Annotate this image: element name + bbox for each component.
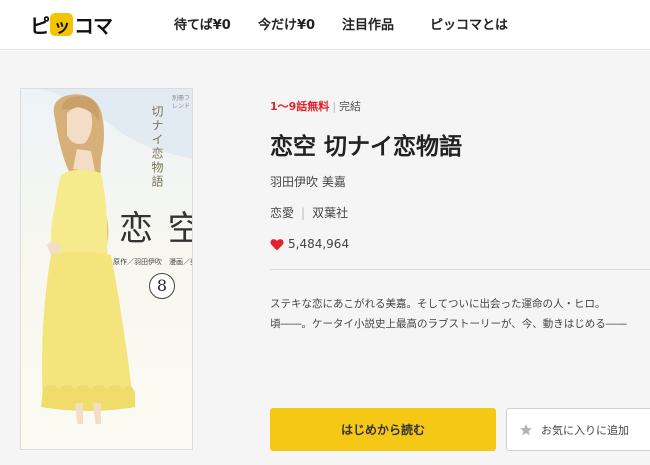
- nav-about[interactable]: ピッコマとは: [430, 14, 508, 33]
- read-from-start-button[interactable]: はじめから読む: [270, 408, 496, 451]
- nav-featured[interactable]: 注目作品: [342, 14, 394, 33]
- add-to-favorites-button[interactable]: お気に入りに追加: [506, 408, 650, 451]
- free-episodes-line: 1〜9話無料 | 完結: [270, 98, 361, 114]
- cover-volume-number: 8: [149, 273, 175, 299]
- logo-text-end: コマ: [74, 13, 113, 38]
- piccoma-logo[interactable]: ピ ッ コマ: [30, 11, 113, 38]
- product-detail: 別冊フレンド 切ナイ恋物語 恋 空 原作／羽田伊吹 漫画／美嘉 8 1〜9話無料…: [0, 51, 650, 465]
- author-link[interactable]: 羽田伊吹 美嘉: [270, 173, 346, 190]
- work-title: 恋空 切ナイ恋物語: [270, 134, 463, 160]
- genre-tag[interactable]: 恋愛: [270, 206, 294, 220]
- heart-icon: [270, 238, 284, 250]
- star-icon: [520, 423, 532, 435]
- completion-status: 完結: [339, 100, 362, 113]
- divider-bar: |: [332, 100, 337, 113]
- cover-credits: 原作／羽田伊吹 漫画／美嘉: [113, 258, 192, 266]
- divider-bar: |: [301, 206, 306, 220]
- cover-imprint-label: 別冊フレンド: [171, 95, 190, 110]
- like-count-value: 5,484,964: [288, 237, 350, 251]
- genre-publisher: 恋愛 | 双葉社: [270, 204, 348, 221]
- nav-limited-free[interactable]: 今だけ¥0: [258, 14, 315, 33]
- logo-text-start: ピ: [30, 13, 50, 38]
- like-count: 5,484,964: [270, 236, 349, 252]
- cover-title: 恋 空: [119, 209, 192, 249]
- description-line: 頃――。ケータイ小説史上最高のラブストーリーが、今、動きはじめる――: [270, 318, 627, 330]
- site-header: ピ ッ コマ 待てば¥0 今だけ¥0 注目作品 ピッコマとは: [0, 0, 650, 50]
- cover-illustration: [21, 89, 192, 449]
- free-episodes-badge: 1〜9話無料: [270, 100, 330, 113]
- nav-wait-free[interactable]: 待てば¥0: [174, 14, 231, 33]
- description-line: ステキな恋にあこがれる美嘉。そしてついに出会った運命の人・ヒロ。: [270, 298, 606, 310]
- favorite-label: お気に入りに追加: [541, 423, 629, 437]
- cover-image: 別冊フレンド 切ナイ恋物語 恋 空 原作／羽田伊吹 漫画／美嘉 8: [20, 88, 193, 450]
- section-divider: [270, 269, 650, 270]
- description: ステキな恋にあこがれる美嘉。そしてついに出会った運命の人・ヒロ。 頃――。ケータ…: [270, 294, 650, 334]
- logo-badge: ッ: [50, 12, 73, 37]
- publisher-tag[interactable]: 双葉社: [312, 206, 348, 220]
- cover-series-title: 切ナイ恋物語: [150, 105, 164, 189]
